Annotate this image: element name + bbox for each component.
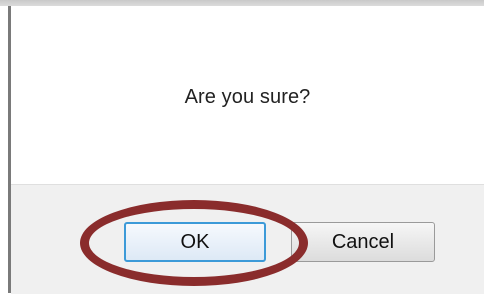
ok-button[interactable]: OK [124,222,266,262]
cancel-button[interactable]: Cancel [291,222,435,262]
dialog-message: Are you sure? [184,86,311,108]
dialog-button-bar: OK Cancel [11,184,484,294]
confirm-dialog: Are you sure? OK Cancel [8,6,484,294]
